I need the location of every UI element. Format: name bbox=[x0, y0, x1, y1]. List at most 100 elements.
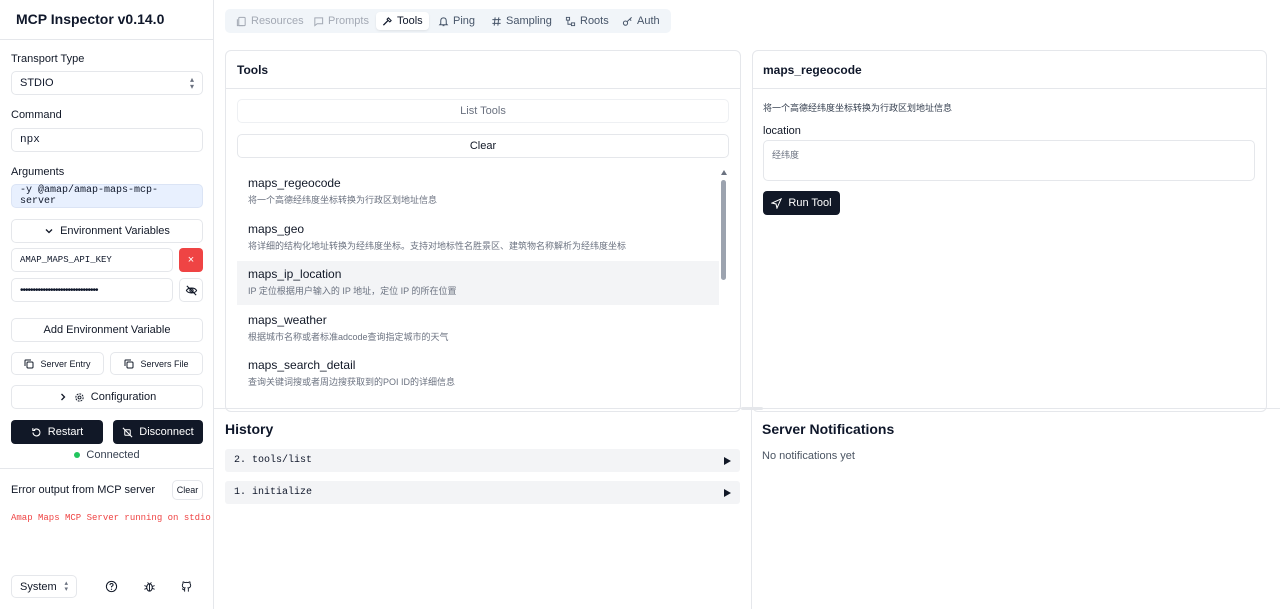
tab-sampling[interactable]: Sampling bbox=[485, 12, 558, 30]
app-title: MCP Inspector v0.14.0 bbox=[16, 11, 165, 27]
toggle-visibility-button[interactable] bbox=[179, 278, 203, 302]
help-icon[interactable] bbox=[105, 580, 118, 593]
prompts-icon bbox=[313, 16, 324, 27]
bug-icon[interactable] bbox=[143, 580, 156, 593]
history-item[interactable]: 2. tools/list bbox=[225, 449, 740, 472]
hammer-icon bbox=[382, 16, 393, 27]
connection-status: Connected bbox=[0, 449, 214, 461]
list-tools-button[interactable]: List Tools bbox=[237, 99, 729, 123]
param-location-input[interactable]: 经纬度 bbox=[763, 140, 1255, 181]
tab-auth-label: Auth bbox=[637, 15, 660, 27]
remove-env-button[interactable]: × bbox=[179, 248, 203, 272]
error-output-text: Amap Maps MCP Server running on stdio bbox=[11, 513, 211, 523]
restart-button[interactable]: Restart bbox=[11, 420, 103, 444]
tab-tools[interactable]: Tools bbox=[376, 12, 429, 30]
arguments-input[interactable]: -y @amap/amap-maps-mcp-server bbox=[11, 184, 203, 208]
clear-tools-button[interactable]: Clear bbox=[237, 134, 729, 158]
tool-detail-panel: maps_regeocode 将一个高德经纬度坐标转换为行政区划地址信息 loc… bbox=[752, 50, 1267, 412]
tool-description: 根据城市名称或者标准adcode查询指定城市的天气 bbox=[248, 332, 449, 342]
server-entry-button[interactable]: Server Entry bbox=[11, 352, 104, 375]
bottom-vertical-divider bbox=[751, 409, 752, 609]
status-text: Connected bbox=[86, 449, 140, 461]
error-output-title: Error output from MCP server bbox=[11, 484, 156, 496]
configuration-toggle[interactable]: Configuration bbox=[11, 385, 203, 409]
server-entry-label: Server Entry bbox=[40, 358, 91, 369]
title-divider bbox=[0, 39, 214, 40]
run-tool-button[interactable]: Run Tool bbox=[763, 191, 840, 215]
history-item[interactable]: 1. initialize bbox=[225, 481, 740, 504]
hash-icon bbox=[491, 16, 502, 27]
restart-label: Restart bbox=[47, 426, 84, 438]
tab-prompts-label: Prompts bbox=[328, 15, 369, 27]
tool-description: 将详细的结构化地址转换为经纬度坐标。支持对地标性名胜景区、建筑物名称解析为经纬度… bbox=[248, 241, 627, 251]
history-title: History bbox=[225, 421, 274, 437]
detail-title-divider bbox=[753, 88, 1266, 89]
chevron-right-icon bbox=[58, 392, 68, 402]
environment-variables-label: Environment Variables bbox=[60, 225, 170, 237]
tools-scrollbar[interactable] bbox=[720, 170, 728, 408]
github-icon[interactable] bbox=[180, 580, 193, 593]
tools-title-divider bbox=[226, 88, 740, 89]
disconnect-button[interactable]: Disconnect bbox=[113, 420, 203, 444]
param-location-label: location bbox=[763, 125, 801, 137]
tab-roots-label: Roots bbox=[580, 15, 609, 27]
bell-icon bbox=[438, 16, 449, 27]
chevron-down-icon bbox=[44, 226, 54, 236]
arguments-label: Arguments bbox=[11, 166, 65, 178]
run-tool-label: Run Tool bbox=[788, 197, 832, 209]
expand-triangle-icon bbox=[724, 456, 731, 465]
history-item-label: 2. tools/list bbox=[234, 455, 313, 466]
chevron-updown-icon: ▴ ▾ bbox=[189, 75, 194, 91]
tab-bar: Resources Prompts Tools Ping Sampling Ro… bbox=[225, 9, 671, 33]
send-icon bbox=[771, 197, 783, 209]
status-dot-icon bbox=[74, 452, 81, 458]
resources-icon bbox=[236, 16, 247, 27]
tool-item-maps-ip-location[interactable]: maps_ip_location IP 定位根据用户输入的 IP 地址，定位 I… bbox=[237, 261, 719, 305]
tool-detail-title: maps_regeocode bbox=[763, 63, 862, 77]
notifications-empty-text: No notifications yet bbox=[762, 450, 855, 462]
tool-name: maps_geo bbox=[248, 222, 305, 236]
theme-select[interactable]: System ▴ ▾ bbox=[11, 575, 77, 598]
tool-detail-description: 将一个高德经纬度坐标转换为行政区划地址信息 bbox=[763, 103, 953, 113]
tab-ping[interactable]: Ping bbox=[432, 12, 481, 30]
command-input[interactable]: npx bbox=[11, 128, 203, 152]
tab-resources[interactable]: Resources bbox=[230, 12, 310, 30]
key-icon bbox=[622, 16, 633, 27]
tab-roots[interactable]: Roots bbox=[559, 12, 615, 30]
scrollbar-thumb[interactable] bbox=[721, 180, 726, 280]
scroll-up-arrow-icon bbox=[721, 170, 727, 175]
tool-item-maps-weather[interactable]: maps_weather 根据城市名称或者标准adcode查询指定城市的天气 bbox=[237, 307, 719, 351]
tool-name: maps_search_detail bbox=[248, 358, 356, 372]
resize-handle[interactable] bbox=[741, 407, 763, 410]
transport-type-select[interactable]: STDIO ▴ ▾ bbox=[11, 71, 203, 95]
tab-auth[interactable]: Auth bbox=[616, 12, 666, 30]
add-env-variable-button[interactable]: Add Environment Variable bbox=[11, 318, 203, 342]
tool-name: maps_weather bbox=[248, 313, 327, 327]
restart-icon bbox=[31, 427, 42, 438]
tool-item-maps-search-detail[interactable]: maps_search_detail 查询关键词搜或者周边搜获取到的POI ID… bbox=[237, 352, 719, 396]
server-notifications-title: Server Notifications bbox=[762, 421, 895, 437]
transport-type-label: Transport Type bbox=[11, 53, 85, 65]
tool-description: IP 定位根据用户输入的 IP 地址，定位 IP 的所在位置 bbox=[248, 286, 457, 296]
environment-variables-toggle[interactable]: Environment Variables bbox=[11, 219, 203, 243]
sidebar: MCP Inspector v0.14.0 Transport Type STD… bbox=[0, 0, 214, 609]
transport-type-value: STDIO bbox=[20, 77, 54, 89]
tool-description: 将一个高德经纬度坐标转换为行政区划地址信息 bbox=[248, 195, 438, 205]
tool-item-maps-geo[interactable]: maps_geo 将详细的结构化地址转换为经纬度坐标。支持对地标性名胜景区、建筑… bbox=[237, 216, 719, 260]
chevron-updown-icon: ▴ ▾ bbox=[64, 579, 68, 593]
error-clear-button[interactable]: Clear bbox=[172, 480, 203, 500]
copy-icon bbox=[124, 359, 134, 369]
theme-value: System bbox=[20, 580, 57, 593]
servers-file-label: Servers File bbox=[140, 358, 189, 369]
unplug-icon bbox=[122, 427, 133, 438]
servers-file-button[interactable]: Servers File bbox=[110, 352, 203, 375]
env-key-input[interactable]: AMAP_MAPS_API_KEY bbox=[11, 248, 173, 272]
tool-item-maps-regeocode[interactable]: maps_regeocode 将一个高德经纬度坐标转换为行政区划地址信息 bbox=[237, 170, 719, 214]
roots-icon bbox=[565, 16, 576, 27]
sidebar-divider bbox=[0, 468, 214, 469]
tool-description: 查询关键词搜或者周边搜获取到的POI ID的详细信息 bbox=[248, 377, 456, 387]
gear-icon bbox=[74, 392, 85, 403]
tab-tools-label: Tools bbox=[397, 15, 423, 27]
tab-prompts[interactable]: Prompts bbox=[307, 12, 375, 30]
env-value-input[interactable]: ••••••••••••••••••••••••••••••• bbox=[11, 278, 173, 302]
